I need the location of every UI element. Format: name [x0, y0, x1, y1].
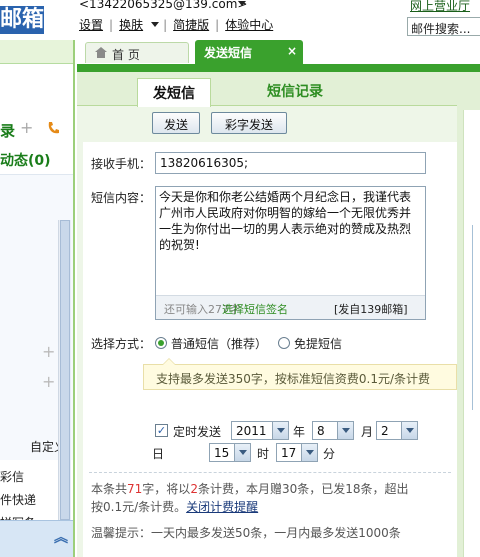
minute-value: 17 — [281, 446, 297, 460]
billing-stats: 本条共71字，将以2条计费，本月赠30条，已发18条，超出按0.1元/条计费。关… — [91, 480, 411, 516]
tab-bar: 首 页 发送短信 × — [77, 40, 480, 64]
year-select[interactable]: 2011 — [231, 421, 289, 440]
year-value: 2011 — [236, 424, 267, 438]
simple-version-link[interactable]: 简捷版 — [173, 16, 209, 33]
month-select[interactable]: 8 — [312, 421, 354, 440]
billing-tip: 支持最多发送350字，按标准短信资费0.1元/条计费 — [143, 358, 457, 390]
top-links: 设置 | 换肤 | 简捷版 | 体验中心 — [79, 16, 279, 33]
schedule-checkbox[interactable]: ✓ — [155, 424, 168, 437]
settings-link[interactable]: 设置 — [79, 16, 103, 33]
chevron-down-icon — [401, 422, 417, 439]
tab-home[interactable]: 首 页 — [85, 42, 189, 63]
phone-icon[interactable] — [46, 120, 62, 136]
signature-from: [发自139邮箱] — [334, 303, 408, 316]
tab-compose-sms[interactable]: 发短信 — [137, 78, 211, 107]
collapse-up-icon[interactable]: ︽ — [54, 527, 68, 547]
compose-form: 接收手机： 13820616305; 短信内容： 今天是你和你老公结婚两个月纪念… — [83, 142, 457, 557]
stats-text: 字，将以 — [142, 482, 191, 496]
skin-link[interactable]: 换肤 — [119, 16, 143, 33]
sidebar-item-express[interactable]: 件快递 — [0, 491, 36, 508]
top-bar: 邮箱 <13422065325@139.com> 设置 | 换肤 | 简捷版 | 体验中心 … — [0, 0, 480, 40]
tab-send-sms-label: 发送短信 — [204, 46, 253, 60]
link-separator: | — [215, 18, 220, 32]
sidebar-item-mms[interactable]: 彩信 — [0, 468, 24, 485]
recipient-label: 接收手机： — [91, 157, 152, 171]
business-hall-link[interactable]: 网上营业厅 — [410, 0, 470, 14]
content-textarea[interactable]: 今天是你和你老公结婚两个月纪念日，我谨代表广州市人民政府对你明智的嫁给一个无限优… — [155, 186, 426, 320]
home-icon — [95, 47, 107, 58]
left-sidebar: 录 + 动态(0) + + 自定义 彩信 件快递 拼写条 ︽ — [0, 40, 75, 557]
plus-icon[interactable]: + — [20, 118, 33, 137]
close-reminder-link[interactable]: 关闭计费提醒 — [186, 500, 258, 514]
account-dropdown-icon[interactable] — [238, 1, 246, 6]
stats-text: 本条共 — [91, 482, 128, 496]
minute-unit: 分 — [323, 447, 336, 461]
sidebar-record-label[interactable]: 录 — [0, 120, 15, 141]
mail-search-input[interactable]: 邮件搜索... — [407, 17, 480, 36]
content-text: 今天是你和你老公结婚两个月纪念日，我谨代表广州市人民政府对你明智的嫁给一个无限优… — [159, 190, 412, 252]
sidebar-bottom-bar: ︽ — [0, 520, 73, 557]
year-unit: 年 — [293, 425, 306, 439]
month-value: 8 — [317, 424, 325, 438]
day-value: 2 — [381, 424, 389, 438]
method-label: 选择方式： — [91, 337, 152, 351]
char-count: 71 — [127, 482, 143, 496]
chevron-down-icon — [301, 444, 317, 461]
day-select[interactable]: 2 — [376, 421, 418, 440]
experience-center-link[interactable]: 体验中心 — [225, 16, 273, 33]
account-name[interactable]: <13422065325@139.com> — [79, 0, 247, 11]
tab-sms-records[interactable]: 短信记录 — [267, 81, 323, 101]
send-button[interactable]: 发送 — [152, 112, 200, 134]
tab-home-label: 首 页 — [112, 48, 140, 62]
chevron-down-icon[interactable] — [151, 22, 160, 27]
recipient-input[interactable]: 13820616305; — [155, 152, 426, 174]
tab-send-sms[interactable]: 发送短信 × — [195, 40, 303, 64]
sub-tab-bar: 发短信 短信记录 — [77, 72, 457, 107]
normal-sms-label[interactable]: 普通短信（推荐） — [171, 335, 267, 352]
app-root: 邮箱 <13422065325@139.com> 设置 | 换肤 | 简捷版 | 体验中心 … — [0, 0, 480, 557]
schedule-label[interactable]: 定时发送 — [173, 423, 221, 440]
signature-link[interactable]: 选择短信签名 — [222, 301, 288, 317]
normal-sms-radio[interactable] — [155, 337, 167, 349]
message-count: 2 — [190, 482, 198, 496]
hour-value: 15 — [214, 446, 230, 460]
hour-select[interactable]: 15 — [209, 443, 251, 462]
plus-icon[interactable]: + — [42, 372, 55, 391]
logo-text: 邮箱 — [0, 7, 44, 32]
chevron-down-icon — [272, 422, 288, 439]
scrollbar-thumb[interactable] — [60, 220, 70, 520]
link-separator: | — [109, 18, 114, 32]
right-panel-bar — [472, 225, 480, 410]
sidebar-dynamics-label[interactable]: 动态(0) — [0, 150, 51, 170]
day-unit: 日 — [152, 447, 165, 461]
sms-content: 发短信 短信记录 发送 彩字发送 接收手机： 13820616305; 短信内容… — [77, 72, 457, 557]
content-label: 短信内容： — [91, 191, 152, 205]
sidebar-scrollbar[interactable] — [58, 220, 71, 520]
chevron-down-icon — [337, 422, 353, 439]
minute-select[interactable]: 17 — [276, 443, 318, 462]
link-separator: | — [163, 18, 168, 32]
close-icon[interactable]: × — [287, 44, 297, 58]
free-sms-radio[interactable] — [278, 337, 290, 349]
divider — [89, 472, 451, 473]
warm-tip: 温馨提示：一天内最多发送50条，一月内最多发送1000条 — [91, 526, 401, 540]
month-unit: 月 — [361, 425, 374, 439]
content-footer: 还可输入277字 选择短信签名 [发自139邮箱] — [156, 295, 425, 319]
mail-logo: 邮箱 — [0, 6, 44, 34]
plus-icon[interactable]: + — [42, 342, 55, 361]
sidebar-header — [0, 40, 73, 64]
tab-underline — [77, 64, 480, 72]
chevron-down-icon — [234, 444, 250, 461]
free-sms-label[interactable]: 免提短信 — [294, 335, 342, 352]
hour-unit: 时 — [257, 447, 270, 461]
color-send-button[interactable]: 彩字发送 — [211, 112, 287, 134]
